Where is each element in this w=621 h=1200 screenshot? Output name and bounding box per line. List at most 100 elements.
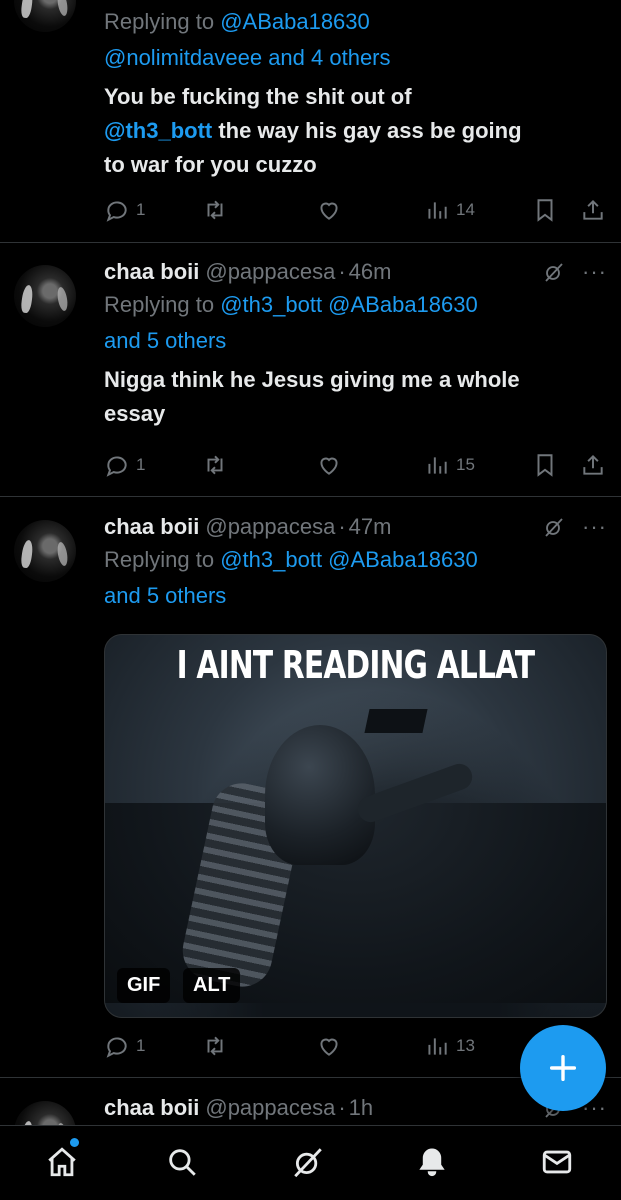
- tweet-actions: 1 14: [104, 194, 607, 226]
- views-count: 15: [456, 455, 475, 474]
- gif-badge[interactable]: GIF: [117, 968, 171, 1003]
- tweet[interactable]: chaa boii @pappacesa · 46m ··· Replying …: [0, 243, 621, 497]
- views-button[interactable]: 15: [424, 452, 475, 478]
- reply-button[interactable]: 1: [104, 452, 145, 478]
- views-icon: [428, 457, 447, 474]
- bell-icon: [419, 1148, 445, 1177]
- mention-link[interactable]: @nolimitdaveee and 4 others: [104, 45, 391, 70]
- reply-icon: [106, 1037, 127, 1058]
- timestamp[interactable]: 1h: [349, 1095, 373, 1121]
- tweet[interactable]: chaa boii @pappacesa · 47m ··· Replying …: [0, 498, 621, 1078]
- mention-link[interactable]: @th3_bott @ABaba18630: [220, 547, 478, 572]
- tweet-actions: 1 15: [104, 449, 607, 481]
- mail-icon: [542, 1150, 572, 1174]
- like-icon: [320, 1038, 338, 1056]
- like-button[interactable]: [316, 1033, 342, 1059]
- author-handle[interactable]: @pappacesa: [205, 1095, 335, 1121]
- separator: ·: [338, 1095, 346, 1120]
- tab-search[interactable]: [162, 1142, 202, 1182]
- reply-count: 1: [136, 200, 146, 219]
- bookmark-button[interactable]: [532, 452, 558, 478]
- home-icon: [48, 1147, 76, 1177]
- bookmark-icon: [537, 199, 553, 222]
- gif-caption: I AINT READING ALLAT: [176, 643, 536, 687]
- grok-icon: [294, 1148, 322, 1178]
- retweet-icon: [207, 1036, 223, 1056]
- bottom-tab-bar: [0, 1125, 621, 1200]
- reply-context: Replying to @ABaba18630: [104, 9, 370, 34]
- mention-link[interactable]: @ABaba18630: [220, 9, 370, 34]
- avatar[interactable]: [14, 1101, 76, 1125]
- compose-icon: [549, 1054, 577, 1082]
- author-handle[interactable]: @pappacesa: [205, 259, 335, 285]
- tab-notifications[interactable]: [412, 1142, 452, 1182]
- bookmark-icon: [537, 454, 553, 477]
- search-icon: [169, 1149, 196, 1176]
- views-icon: [428, 202, 447, 219]
- more-icon[interactable]: ···: [582, 261, 607, 283]
- avatar[interactable]: [14, 265, 76, 327]
- tab-grok[interactable]: [288, 1142, 328, 1182]
- reply-count: 1: [136, 1036, 146, 1055]
- like-button[interactable]: [316, 197, 342, 223]
- reply-context-more: and 5 others: [104, 578, 607, 614]
- retweet-icon: [207, 455, 223, 475]
- author-name[interactable]: chaa boii: [104, 259, 199, 285]
- timestamp[interactable]: 46m: [349, 259, 392, 285]
- retweet-button[interactable]: [202, 1033, 228, 1059]
- views-button[interactable]: 13: [424, 1033, 475, 1059]
- retweet-button[interactable]: [202, 452, 228, 478]
- home-notification-dot: [70, 1138, 79, 1147]
- like-icon: [320, 202, 338, 220]
- grok-icon[interactable]: [542, 515, 566, 539]
- reply-context: Replying to @th3_bott @ABaba18630: [104, 547, 478, 572]
- views-button[interactable]: 14: [424, 197, 475, 223]
- separator: ·: [338, 514, 346, 539]
- share-button[interactable]: [580, 197, 606, 223]
- share-icon: [583, 199, 603, 220]
- retweet-icon: [207, 200, 223, 220]
- like-icon: [320, 457, 338, 475]
- share-icon: [583, 454, 603, 475]
- author-name[interactable]: chaa boii: [104, 514, 199, 540]
- share-button[interactable]: [580, 452, 606, 478]
- reply-icon: [106, 201, 127, 222]
- grok-icon[interactable]: [542, 260, 566, 284]
- timeline-feed[interactable]: Replying to @ABaba18630 @nolimitdaveee a…: [0, 0, 621, 1125]
- tweet-header: chaa boii @pappacesa · 47m ···: [104, 512, 607, 542]
- tab-home[interactable]: [42, 1142, 82, 1182]
- author-handle[interactable]: @pappacesa: [205, 514, 335, 540]
- tweet-text: Nigga think he Jesus giving me a whole e…: [104, 367, 520, 426]
- reply-context-more: @nolimitdaveee and 4 others: [104, 40, 607, 76]
- gif-media[interactable]: I AINT READING ALLAT GIF ALT: [104, 634, 607, 1018]
- avatar[interactable]: [14, 0, 76, 32]
- avatar[interactable]: [14, 520, 76, 582]
- reply-count: 1: [136, 455, 146, 474]
- compose-button[interactable]: [520, 1025, 606, 1111]
- timestamp[interactable]: 47m: [349, 514, 392, 540]
- alt-badge[interactable]: ALT: [183, 968, 241, 1003]
- mention-link[interactable]: and 5 others: [104, 583, 226, 608]
- tweet-text: You be fucking the shit out of @th3_bott…: [104, 84, 522, 177]
- reply-context: Replying to @th3_bott @ABaba18630: [104, 292, 478, 317]
- tab-messages[interactable]: [537, 1142, 577, 1182]
- author-name[interactable]: chaa boii: [104, 1095, 199, 1121]
- mention-link[interactable]: and 5 others: [104, 328, 226, 353]
- mention-link[interactable]: @th3_bott @ABaba18630: [220, 292, 478, 317]
- views-icon: [428, 1038, 447, 1055]
- reply-icon: [106, 456, 127, 477]
- tweet-header: chaa boii @pappacesa · 46m ···: [104, 257, 607, 287]
- views-count: 13: [456, 1036, 475, 1055]
- mention-link[interactable]: @th3_bott: [104, 118, 212, 143]
- media-scene-figure: [265, 725, 375, 865]
- views-count: 14: [456, 200, 475, 219]
- reply-button[interactable]: 1: [104, 1033, 145, 1059]
- reply-context-more: and 5 others: [104, 323, 607, 359]
- like-button[interactable]: [316, 452, 342, 478]
- retweet-button[interactable]: [202, 197, 228, 223]
- more-icon[interactable]: ···: [582, 516, 607, 538]
- tweet[interactable]: Replying to @ABaba18630 @nolimitdaveee a…: [0, 0, 621, 243]
- bookmark-button[interactable]: [532, 197, 558, 223]
- reply-button[interactable]: 1: [104, 197, 145, 223]
- separator: ·: [338, 259, 346, 284]
